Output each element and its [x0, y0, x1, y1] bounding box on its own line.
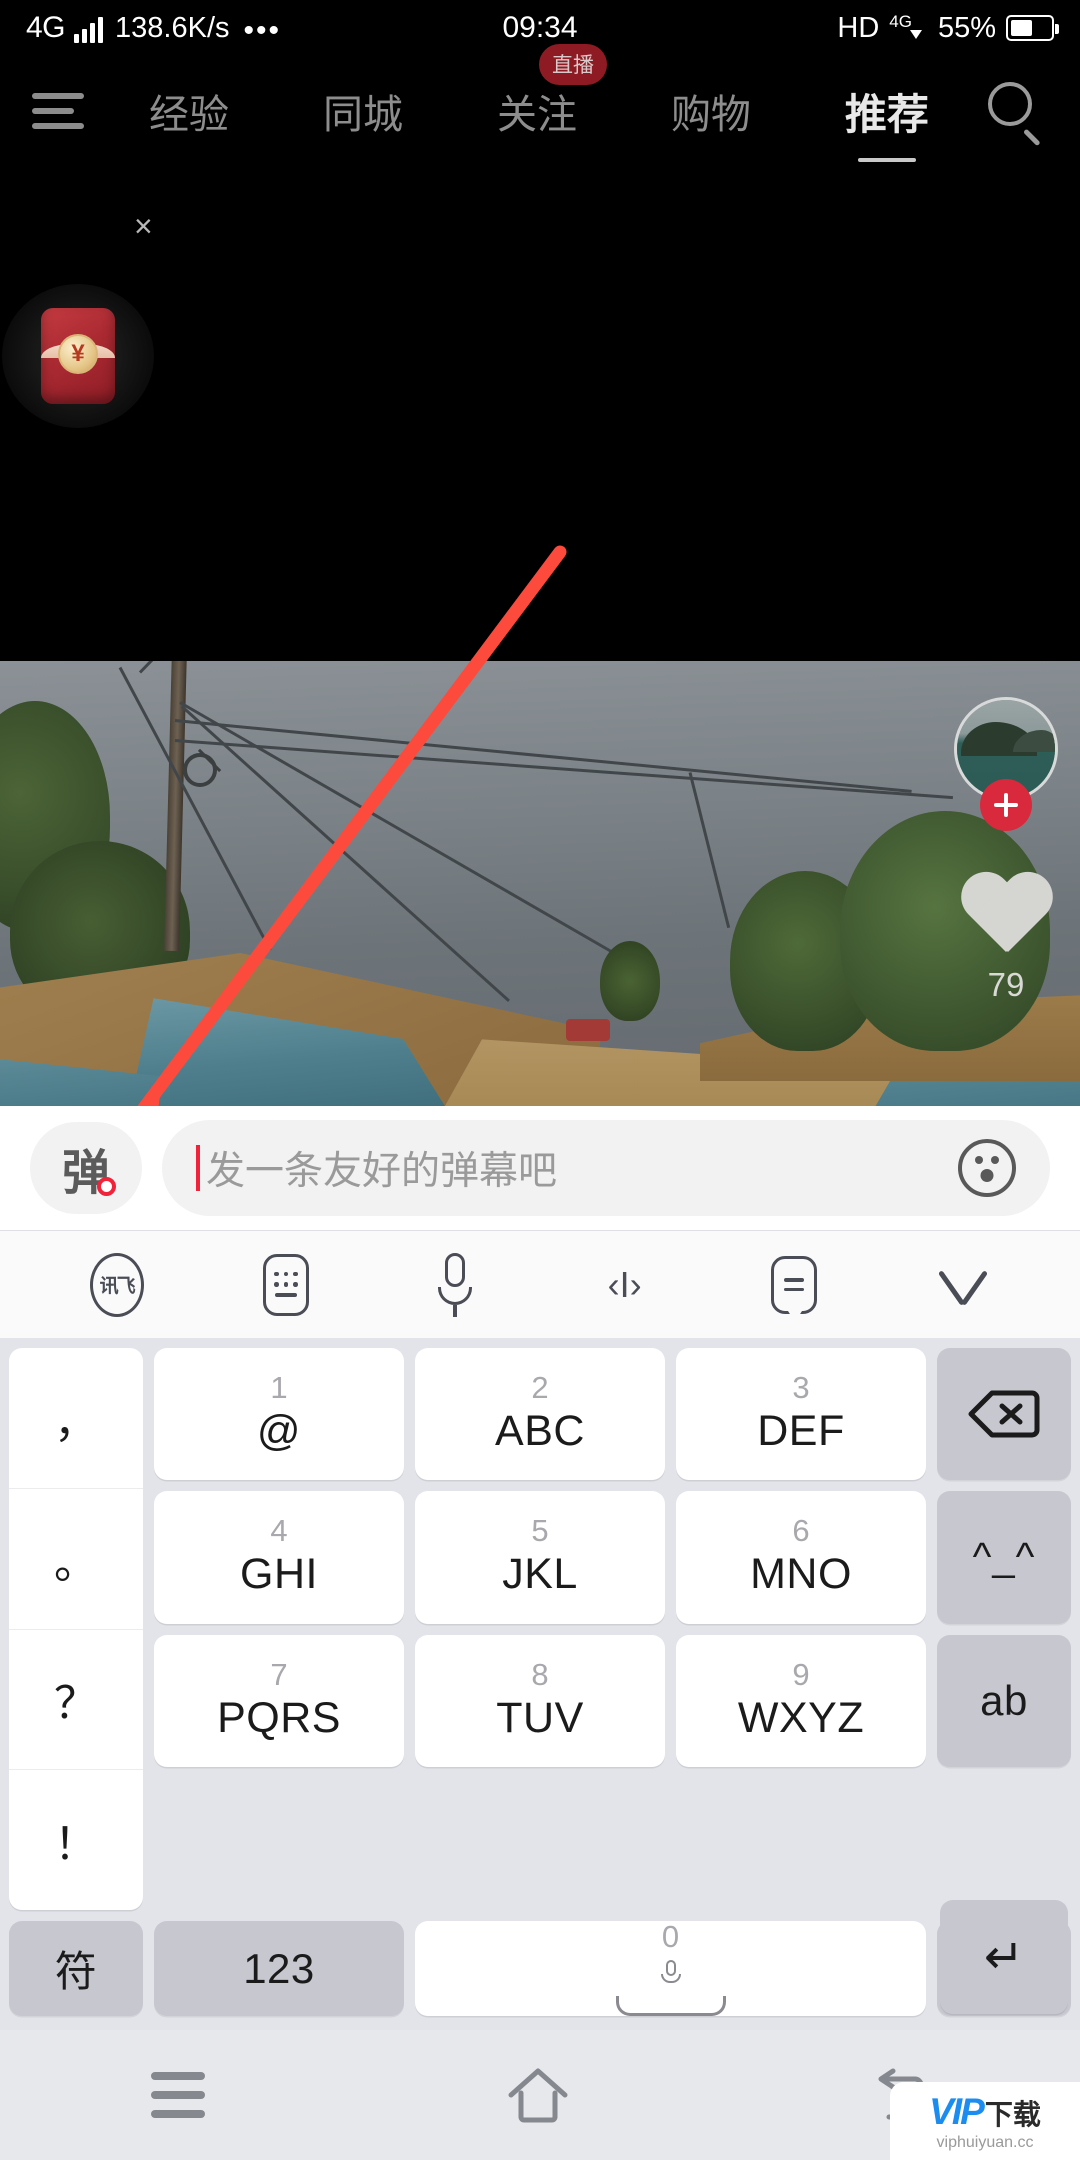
tab-jingyan[interactable]: 经验: [147, 78, 231, 144]
author-avatar-group[interactable]: [954, 697, 1058, 831]
symbol-key[interactable]: 符: [9, 1921, 143, 2016]
volte-4g-icon: 4G: [889, 12, 912, 31]
key-3[interactable]: 3 DEF: [676, 1348, 926, 1481]
key-comma[interactable]: ，: [9, 1348, 143, 1488]
watermark-vip-label: VIP: [929, 2090, 985, 2132]
tab-bar: 经验 同城 关注 直播 购物 推荐: [102, 44, 976, 146]
status-left: 4G 138.6K/s •••: [26, 11, 837, 47]
status-right: HD 4G 55%: [837, 11, 1059, 45]
keyboard-switch-icon[interactable]: [249, 1248, 323, 1322]
comment-placeholder: 发一条友好的弹幕吧: [206, 1150, 558, 1193]
emoticon-key[interactable]: ^_^: [937, 1491, 1071, 1624]
battery-icon: [1006, 15, 1059, 41]
key-4[interactable]: 4 GHI: [154, 1491, 404, 1624]
emoticon-label: ^_^: [972, 1534, 1036, 1579]
microphone-icon[interactable]: [418, 1248, 492, 1322]
key-exclaim[interactable]: ！: [9, 1769, 143, 1910]
like-group[interactable]: 79: [956, 874, 1056, 1004]
space-mic-icon: [660, 1960, 681, 1988]
tab-label: 同城: [322, 93, 403, 137]
tab-label: 推荐: [844, 90, 929, 138]
key-5[interactable]: 5 JKL: [415, 1491, 665, 1624]
ab-label: ab: [980, 1676, 1028, 1724]
danmu-toggle-button[interactable]: 弹: [30, 1122, 142, 1214]
backspace-key[interactable]: [937, 1348, 1071, 1481]
red-packet-icon: ¥: [41, 308, 115, 404]
tab-tongcheng[interactable]: 同城: [321, 78, 405, 144]
search-icon[interactable]: [986, 80, 1048, 146]
red-vehicle: [566, 1019, 610, 1041]
collapse-keyboard-icon[interactable]: [926, 1248, 1000, 1322]
key-period[interactable]: 。: [9, 1487, 143, 1629]
phone-screen: 4G 138.6K/s ••• 09:34 HD 4G 55% 经验 同城 关注…: [0, 0, 1080, 2160]
keypad-grid: ， 。 ？ ！ 1 @ 2 ABC 3 DEF 4 GHI 5 JKL 6 MN…: [0, 1338, 1080, 2030]
key-9[interactable]: 9 WXYZ: [676, 1634, 926, 1767]
heart-icon[interactable]: [958, 874, 1054, 962]
keyboard-toolbar: 讯飞 ‹I›: [0, 1230, 1080, 1338]
data-arrow-icon: [909, 29, 922, 39]
recent-apps-icon[interactable]: [151, 2072, 205, 2118]
red-packet-promo[interactable]: ¥ ×: [2, 208, 154, 428]
more-status-icon: •••: [243, 14, 282, 47]
tab-label: 关注: [496, 93, 577, 137]
pole-ring-decor: [183, 753, 217, 787]
space-zero-label: 0: [661, 1919, 680, 1954]
text-caret: [196, 1145, 200, 1191]
enter-key[interactable]: ↵: [940, 1900, 1068, 2014]
top-navigation: 经验 同城 关注 直播 购物 推荐: [0, 44, 1080, 166]
close-icon[interactable]: ×: [134, 208, 153, 245]
tree-decor: [600, 941, 660, 1021]
punctuation-column: ， 。 ？ ！: [9, 1348, 143, 1910]
key-8[interactable]: 8 TUV: [415, 1634, 665, 1767]
number-key[interactable]: 123: [154, 1921, 404, 2016]
tab-guanzhu[interactable]: 关注 直播: [495, 44, 607, 144]
tab-label: 购物: [670, 93, 751, 137]
watermark-cn-label: 下载: [984, 2098, 1041, 2130]
space-key[interactable]: 0: [415, 1921, 926, 2016]
cursor-move-glyph: ‹I›: [607, 1263, 642, 1305]
space-bar-glyph: [615, 1996, 726, 2016]
signal-strength-icon: [74, 17, 104, 43]
key-1[interactable]: 1 @: [154, 1348, 404, 1481]
network-type-label: 4G: [26, 11, 66, 44]
tab-gouwu[interactable]: 购物: [669, 78, 753, 144]
tab-label: 经验: [148, 93, 229, 137]
watermark: VIP 下载 viphuiyuan.cc: [890, 2082, 1080, 2160]
battery-percent-label: 55%: [937, 11, 996, 44]
watermark-url-label: viphuiyuan.cc: [936, 2133, 1034, 2151]
key-7[interactable]: 7 PQRS: [154, 1634, 404, 1767]
comment-input[interactable]: 发一条友好的弹幕吧: [162, 1120, 1050, 1216]
like-count-label: 79: [987, 966, 1025, 1003]
home-icon[interactable]: [507, 2067, 569, 2123]
ab-key[interactable]: ab: [937, 1634, 1071, 1767]
quick-phrase-icon[interactable]: [757, 1248, 831, 1326]
backspace-icon: [968, 1389, 1040, 1439]
coin-icon: ¥: [58, 334, 98, 374]
hd-call-icon: HD: [837, 11, 880, 44]
ime-logo-glyph: 讯飞: [89, 1252, 144, 1317]
comment-input-bar: 弹 发一条友好的弹幕吧: [0, 1106, 1080, 1230]
ime-logo-icon[interactable]: 讯飞: [80, 1248, 154, 1322]
live-badge: 直播: [538, 44, 607, 85]
emoji-face-icon[interactable]: [958, 1139, 1016, 1197]
follow-button[interactable]: [980, 779, 1032, 831]
soft-keyboard: 讯飞 ‹I› ， 。 ？ ！ 1 @ 2 ABC 3 DEF 4 GHI 5 J…: [0, 1230, 1080, 2030]
cursor-move-icon[interactable]: ‹I›: [588, 1248, 662, 1322]
tab-tuijian[interactable]: 推荐: [843, 77, 931, 146]
key-2[interactable]: 2 ABC: [415, 1348, 665, 1481]
hamburger-icon[interactable]: [32, 93, 92, 129]
status-bar: 4G 138.6K/s ••• 09:34 HD 4G 55%: [0, 0, 1080, 56]
video-player[interactable]: 79: [0, 661, 1080, 1106]
key-6[interactable]: 6 MNO: [676, 1491, 926, 1624]
enter-label: ↵: [983, 1931, 1025, 1984]
network-speed-label: 138.6K/s: [115, 12, 230, 44]
key-question[interactable]: ？: [9, 1628, 143, 1770]
danmu-state-dot-icon: [97, 1177, 116, 1196]
